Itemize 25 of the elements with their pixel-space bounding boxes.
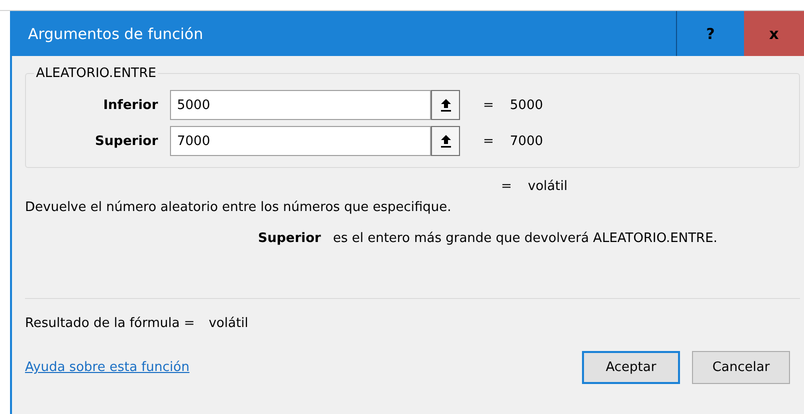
function-description: Devuelve el número aleatorio entre los números que especifique. — [25, 200, 452, 215]
argument-result: 5000 — [510, 98, 543, 112]
formula-result-value: volátil — [208, 316, 248, 331]
dialog-button[interactable]: Aceptar — [582, 351, 680, 384]
argument-label: Inferior — [102, 98, 159, 112]
argument-result: 7000 — [510, 134, 543, 148]
equals-sign: = — [501, 178, 512, 194]
argument-label: Superior — [94, 134, 159, 148]
function-result: volátil — [528, 178, 568, 194]
equals-sign: = — [483, 98, 494, 112]
up-arrow-icon — [440, 98, 452, 112]
window-title: Argumentos de función — [27, 24, 204, 42]
input-field[interactable]: 7000 — [170, 126, 430, 156]
argument-description: es el entero más grande que devolverá ALEATORIO.ENTRE. — [332, 231, 718, 246]
formula-result-label: Resultado de la fórmula = — [25, 316, 195, 331]
dialog-button[interactable]: Cancelar — [692, 351, 790, 384]
help-link[interactable]: Ayuda sobre esta función — [25, 360, 190, 375]
collapse-button[interactable] — [430, 90, 460, 120]
collapse-button[interactable] — [430, 126, 460, 156]
input-field[interactable]: 5000 — [170, 90, 430, 120]
equals-sign: = — [483, 134, 494, 148]
up-arrow-icon — [440, 134, 452, 148]
argument-name: Superior — [258, 231, 321, 246]
close-button[interactable]: x — [744, 11, 804, 56]
function-name: ALEATORIO.ENTRE — [35, 66, 158, 81]
